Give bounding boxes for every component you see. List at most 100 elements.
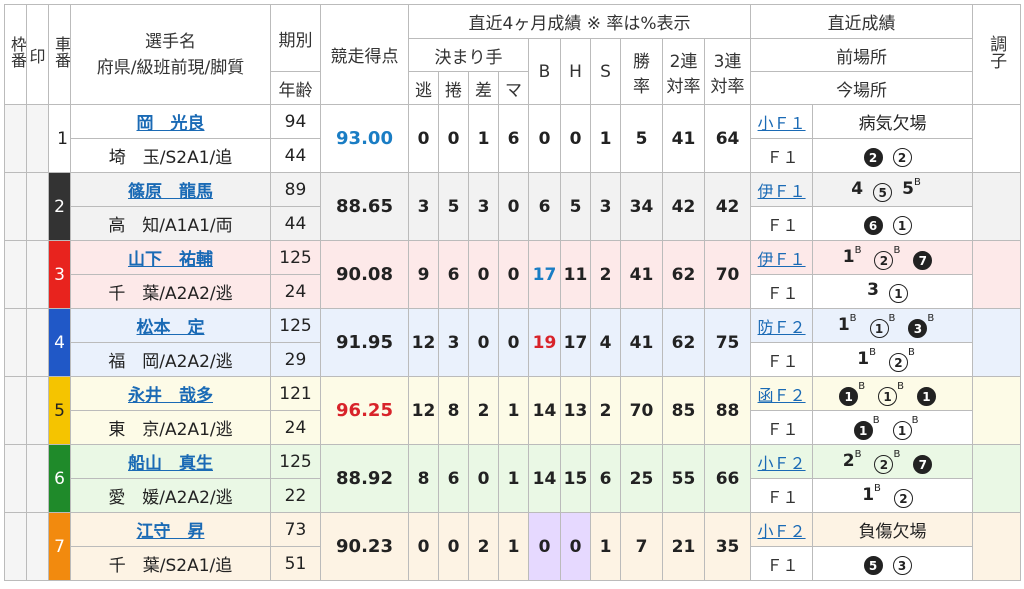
result-mark: 2B	[888, 347, 918, 372]
header-k4: マ	[498, 71, 529, 105]
condition-cell	[972, 104, 1022, 173]
stat-k4: 1	[498, 376, 529, 445]
prev-venue-link[interactable]: 防Ｆ２	[758, 318, 806, 337]
in-cell[interactable]	[26, 512, 49, 581]
stat-win: 70	[620, 376, 663, 445]
prev-venue-link[interactable]: 小Ｆ２	[758, 522, 806, 541]
header-name-bottom: 府県/級班前現/脚質	[96, 57, 245, 78]
prev-venue[interactable]: 函Ｆ２	[750, 376, 814, 411]
stat-r3: 75	[703, 308, 752, 377]
condition-cell	[972, 240, 1022, 309]
prev-result: 4 5 5B	[812, 172, 974, 207]
waku-cell	[4, 444, 27, 513]
prev-venue[interactable]: 伊Ｆ１	[750, 172, 814, 207]
rider-name-cell[interactable]: 江守 昇	[70, 512, 271, 547]
rider-name-cell[interactable]: 岡 光良	[70, 104, 271, 139]
car-number: 6	[48, 444, 71, 513]
header-cond: 調子	[972, 4, 1022, 105]
prev-venue-link[interactable]: 伊Ｆ１	[758, 182, 806, 201]
bank-mark: B	[897, 381, 904, 392]
prev-result: 1B 1B 1	[812, 376, 974, 411]
header-name: 選手名 府県/級班前現/脚質	[70, 4, 271, 105]
stat-k1: 3	[408, 172, 439, 241]
cur-result: 61	[812, 206, 974, 241]
stat-h: 0	[560, 104, 591, 173]
rider-name-cell[interactable]: 山下 祐輔	[70, 240, 271, 275]
result-mark: 1B	[839, 381, 868, 406]
prev-venue[interactable]: 小Ｆ２	[750, 444, 814, 479]
rider-info: 愛 媛/A2A2/逃	[70, 478, 271, 513]
rider-name-cell[interactable]: 永井 哉多	[70, 376, 271, 411]
cur-result: 1B 1B	[812, 410, 974, 445]
stat-k4: 1	[498, 444, 529, 513]
bank-mark: B	[911, 415, 919, 426]
result-mark: 1B	[837, 313, 857, 335]
prev-venue-link[interactable]: 伊Ｆ１	[758, 250, 806, 269]
header-kimarite: 決まり手	[408, 38, 529, 72]
result-mark: 2	[863, 144, 883, 167]
rider-name-link[interactable]: 岡 光良	[137, 114, 205, 134]
stat-r2: 42	[662, 172, 705, 241]
rider-name-link[interactable]: 松本 定	[137, 318, 205, 338]
result-mark: 1	[888, 280, 908, 303]
stat-r3: 42	[703, 172, 752, 241]
rider-name-link[interactable]: 永井 哉多	[128, 386, 213, 406]
in-cell[interactable]	[26, 240, 49, 309]
condition-cell	[972, 308, 1022, 377]
header-latest-title: 直近成績	[750, 4, 974, 39]
prev-venue-link[interactable]: 函Ｆ２	[758, 386, 806, 405]
bank-mark: B	[854, 245, 862, 256]
rider-row: 2 篠原 龍馬 89 88.65 3 5 3 0 6 5 3 34 42 42 伊Ｆ１ 4 5 5B	[4, 172, 1022, 241]
stat-k4: 0	[498, 308, 529, 377]
prev-venue[interactable]: 小Ｆ２	[750, 512, 814, 547]
car-number: 5	[48, 376, 71, 445]
stat-k2: 0	[438, 512, 469, 581]
in-cell[interactable]	[26, 104, 49, 173]
prev-venue-link[interactable]: 小Ｆ２	[758, 454, 806, 473]
waku-cell	[4, 240, 27, 309]
stat-k4: 0	[498, 172, 529, 241]
cur-venue: Ｆ１	[750, 138, 814, 173]
stat-r2: 85	[662, 376, 705, 445]
cur-result: 1B 2	[812, 478, 974, 513]
prev-venue[interactable]: 防Ｆ２	[750, 308, 814, 343]
in-cell[interactable]	[26, 444, 49, 513]
in-cell[interactable]	[26, 172, 49, 241]
car-number: 2	[48, 172, 71, 241]
rider-name-link[interactable]: 山下 祐輔	[128, 250, 213, 270]
result-mark: 6	[863, 212, 883, 235]
stat-r2: 55	[662, 444, 705, 513]
result-mark: 1	[892, 212, 912, 235]
result-mark: 1B	[869, 313, 899, 338]
kibetsu: 73	[270, 512, 321, 547]
in-cell[interactable]	[26, 308, 49, 377]
stat-b: 19	[528, 308, 561, 377]
rider-name-cell[interactable]: 船山 真生	[70, 444, 271, 479]
rider-name-cell[interactable]: 松本 定	[70, 308, 271, 343]
waku-cell	[4, 104, 27, 173]
prev-venue[interactable]: 小Ｆ１	[750, 104, 814, 139]
waku-cell	[4, 308, 27, 377]
stat-s: 3	[590, 172, 621, 241]
stat-k1: 0	[408, 104, 439, 173]
in-cell[interactable]	[26, 376, 49, 445]
waku-cell	[4, 376, 27, 445]
age: 29	[270, 342, 321, 377]
cur-venue: Ｆ１	[750, 546, 814, 581]
absence-note: 病気欠場	[858, 114, 927, 134]
rider-name-link[interactable]: 江守 昇	[137, 522, 205, 542]
rider-name-link[interactable]: 篠原 龍馬	[128, 182, 213, 202]
prev-venue-link[interactable]: 小Ｆ１	[758, 114, 806, 133]
result-mark: 1B	[862, 483, 881, 505]
prev-venue[interactable]: 伊Ｆ１	[750, 240, 814, 275]
header-waku: 枠番	[4, 4, 27, 105]
stat-k3: 2	[468, 512, 499, 581]
rider-name-cell[interactable]: 篠原 龍馬	[70, 172, 271, 207]
age: 24	[270, 274, 321, 309]
stat-s: 6	[590, 444, 621, 513]
result-mark: 5	[873, 179, 893, 202]
kibetsu: 121	[270, 376, 321, 411]
rider-name-link[interactable]: 船山 真生	[128, 454, 213, 474]
result-mark: 7	[913, 247, 933, 270]
stat-b: 6	[528, 172, 561, 241]
